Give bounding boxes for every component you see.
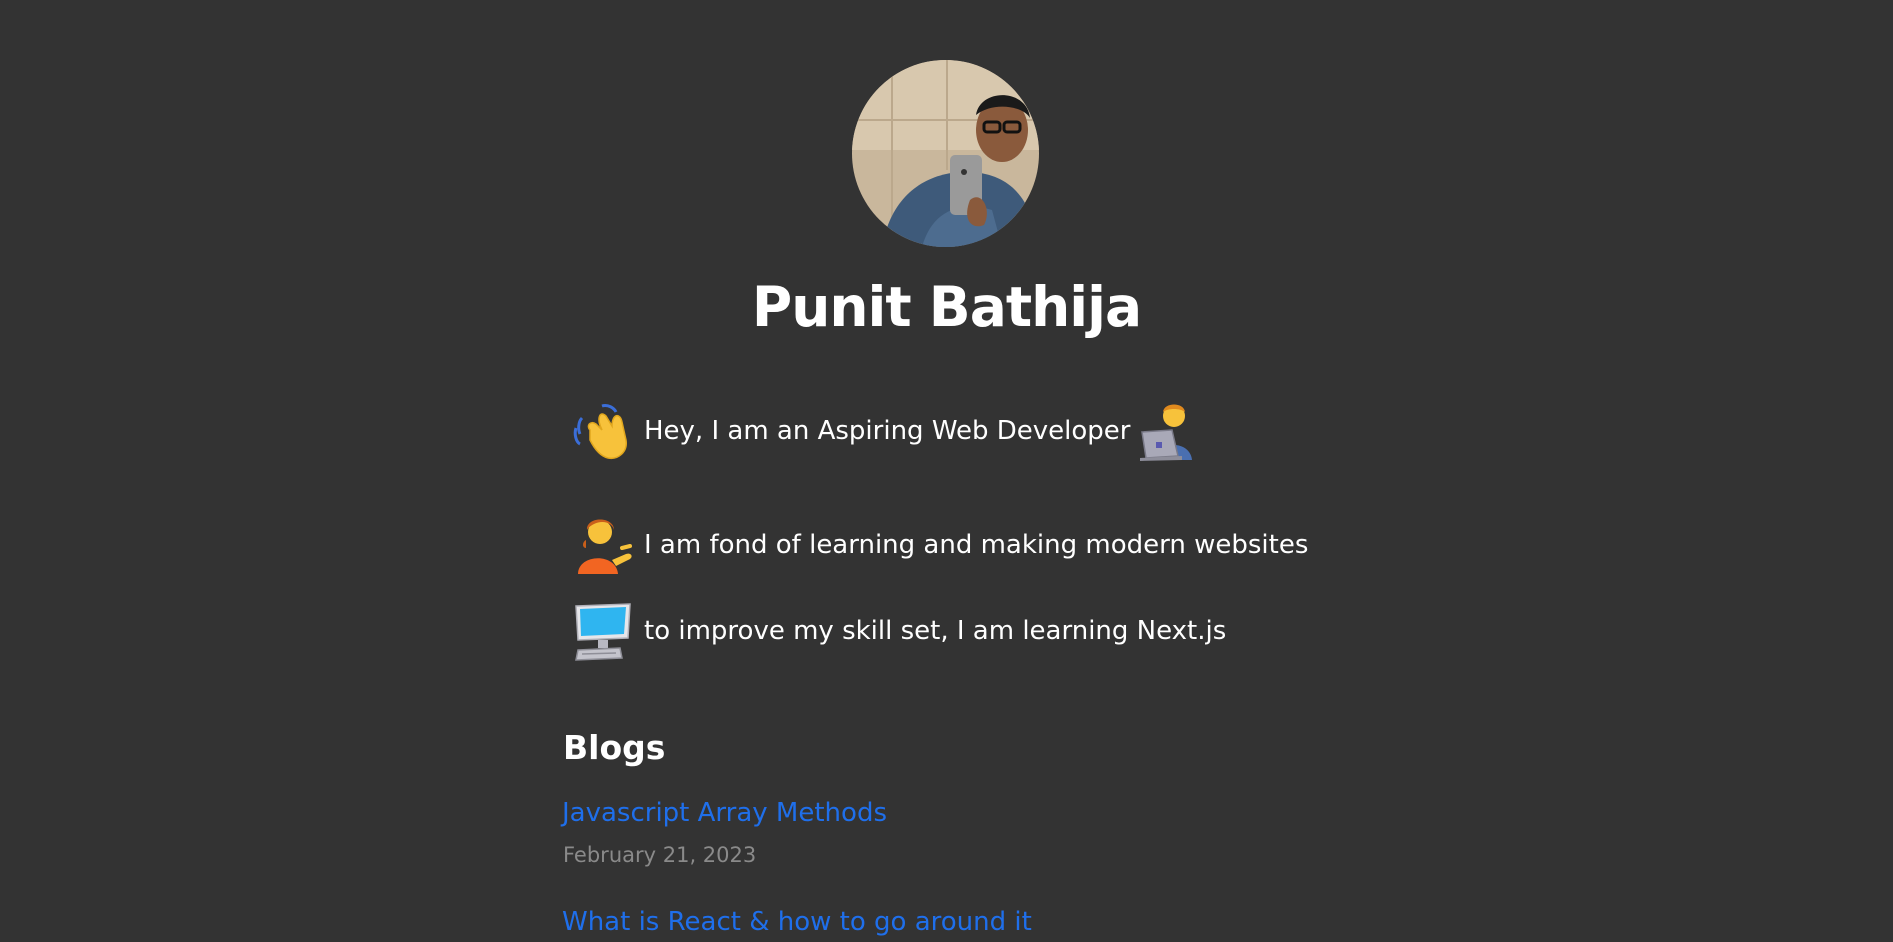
intro-text: to improve my skill set, I am learning N… [644,616,1227,646]
page: Punit Bathija Hey, I am an Aspiring Web … [0,0,1893,942]
blog-post-link[interactable]: Javascript Array Methods [562,797,887,829]
waving-hand-icon [572,400,634,462]
intro-text: Hey, I am an Aspiring Web Developer [644,416,1131,446]
blog-post-date: February 21, 2023 [563,843,757,867]
blogs-heading: Blogs [563,728,666,767]
technologist-laptop-icon [1138,400,1200,462]
avatar [852,60,1039,247]
person-tipping-hand-icon [572,514,634,576]
intro-line-1: Hey, I am an Aspiring Web Developer [572,400,1200,462]
page-title: Punit Bathija [751,275,1142,339]
intro-line-3: to improve my skill set, I am learning N… [572,600,1226,662]
blog-post-link[interactable]: What is React & how to go around it [562,906,1032,938]
intro-line-2: I am fond of learning and making modern … [572,514,1308,576]
intro-text: I am fond of learning and making modern … [644,530,1309,560]
desktop-computer-icon [572,600,634,662]
